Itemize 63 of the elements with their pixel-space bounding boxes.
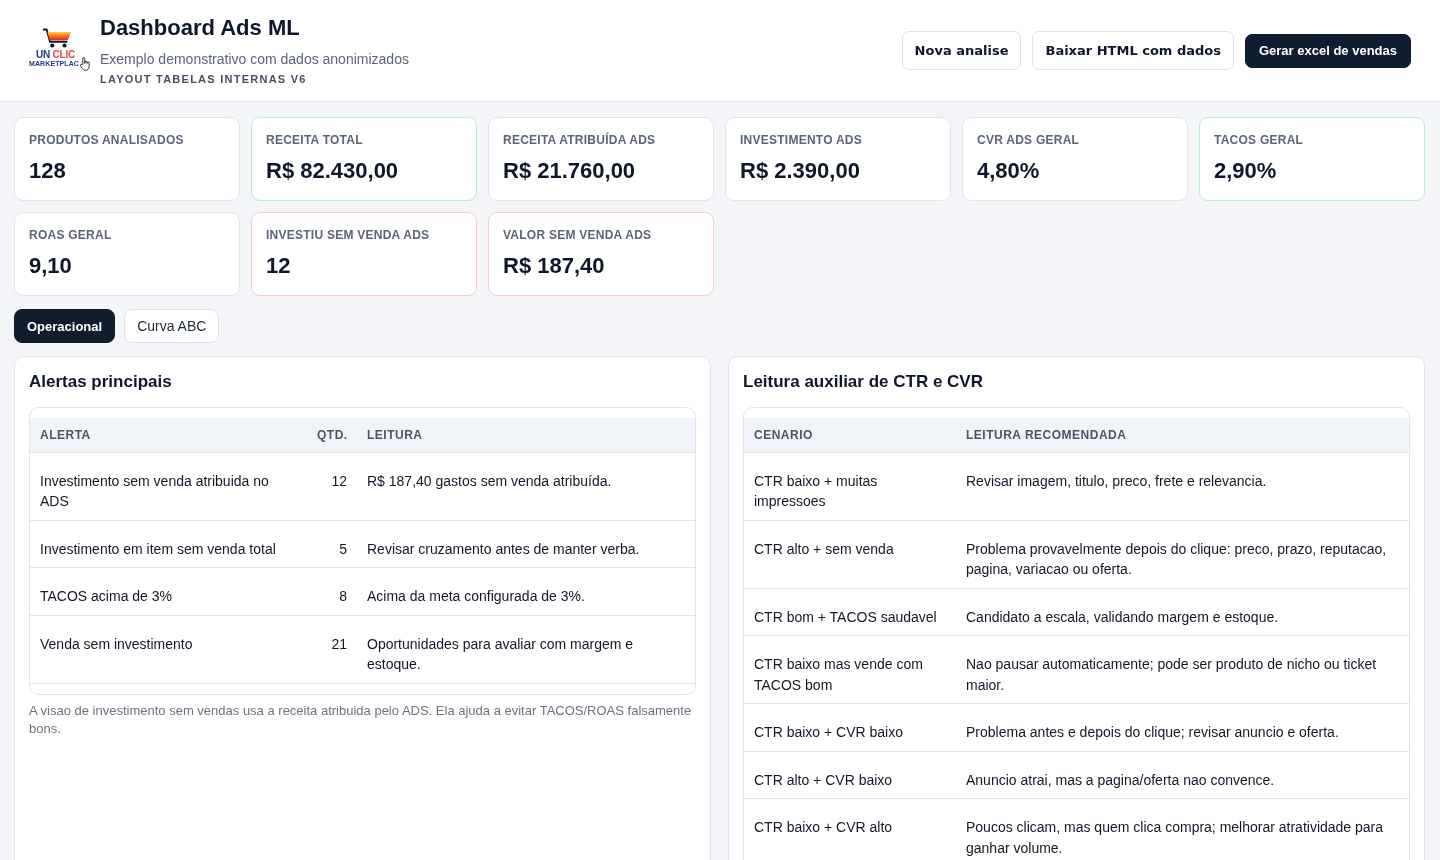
stat-label: CVR ADS GERAL <box>977 133 1081 147</box>
table-cell: CTR baixo + CVR alto <box>744 798 956 860</box>
page-title: Dashboard Ads ML <box>100 15 301 41</box>
tab[interactable]: Curva ABC <box>124 309 220 343</box>
table-cell: 21 <box>307 615 357 683</box>
table-cell: Revisar imagem, titulo, preco, frete e relevancia. <box>956 452 1409 520</box>
stat-value: 2,90% <box>1214 157 1278 185</box>
table-cell: CTR baixo mas vende com TACOS bom <box>744 635 956 704</box>
table-cell: Acima da meta configurada de 3%. <box>357 567 695 615</box>
table-cell: CTR alto + CVR baixo <box>744 751 956 799</box>
stat-label: TACOS GERAL <box>1214 133 1305 147</box>
stat-label: ROAS GERAL <box>29 228 113 242</box>
download-html-button[interactable]: Baixar HTML com dados <box>1032 31 1234 70</box>
table-cell: 8 <box>307 567 357 615</box>
table-cell: Candidato a escala, validando margem e estoque. <box>956 588 1409 636</box>
stat-value: R$ 82.430,00 <box>266 157 400 185</box>
column-header: CENARIO <box>744 418 956 452</box>
column-header: LEITURA <box>357 418 695 452</box>
stat-label: VALOR SEM VENDA ADS <box>503 228 653 242</box>
table-cell: Investimento em item sem venda total <box>30 520 307 568</box>
column-header: ALERTA <box>30 418 307 452</box>
export-excel-button[interactable]: Gerar excel de vendas <box>1244 33 1411 68</box>
table-cell: CTR baixo + muitas impressoes <box>744 452 956 520</box>
stat-value: 128 <box>29 157 67 185</box>
panel-title: Leitura auxiliar de CTR e CVR <box>743 371 984 393</box>
logo-wordmark: UN CLIC <box>35 48 76 60</box>
footnote: A visao de investimento sem vendas usa a receita atribuida pelo ADS. Ela ajuda a evitar TACOS/ROAS falsamente bons. <box>29 701 693 738</box>
panel-title: Alertas principais <box>29 371 173 393</box>
page-subtitle: Exemplo demonstrativo com dados anonimizados <box>100 50 409 68</box>
column-header: QTD. <box>307 418 357 452</box>
table-cell: Anuncio atrai, mas a pagina/oferta nao convence. <box>956 751 1409 799</box>
table-cell: R$ 187,40 gastos sem venda atribuída. <box>357 452 695 520</box>
column-header: LEITURA RECOMENDADA <box>956 418 1409 452</box>
table-cell: CTR baixo + CVR baixo <box>744 703 956 751</box>
stat-label: INVESTIU SEM VENDA ADS <box>266 228 431 242</box>
pointing-hand-icon <box>80 56 90 71</box>
table-cell: TACOS acima de 3% <box>30 567 307 615</box>
stat-label: RECEITA ATRIBUÍDA ADS <box>503 133 657 147</box>
table-cell: Venda sem investimento <box>30 615 307 683</box>
table-cell: Problema provavelmente depois do clique: preco, prazo, reputacao, pagina, variacao ou oferta. <box>956 520 1409 588</box>
stat-value: 9,10 <box>29 252 73 280</box>
stat-label: PRODUTOS ANALISADOS <box>29 133 185 147</box>
stat-value: 4,80% <box>977 157 1041 185</box>
table-cell: CTR alto + sem venda <box>744 520 956 588</box>
stat-label: RECEITA TOTAL <box>266 133 364 147</box>
stat-label: INVESTIMENTO ADS <box>740 133 863 147</box>
version-label: LAYOUT TABELAS INTERNAS V6 <box>100 72 308 86</box>
tab[interactable]: Operacional <box>14 309 116 343</box>
table-cell: Revisar cruzamento antes de manter verba. <box>357 520 695 568</box>
stat-value: R$ 187,40 <box>503 252 606 280</box>
table-cell: CTR bom + TACOS saudavel <box>744 588 956 636</box>
new-analysis-button[interactable]: Nova analise <box>901 31 1022 70</box>
stat-value: R$ 2.390,00 <box>740 157 861 185</box>
table-cell: 5 <box>307 520 357 568</box>
table-cell: Nao pausar automaticamente; pode ser produto de nicho ou ticket maior. <box>956 635 1409 704</box>
stat-value: R$ 21.760,00 <box>503 157 637 185</box>
table-cell: Oportunidades para avaliar com margem e estoque. <box>357 615 695 683</box>
table-cell: Problema antes e depois do clique; revisar anuncio e oferta. <box>956 703 1409 751</box>
table-cell: Poucos clicam, mas quem clica compra; melhorar atratividade para ganhar volume. <box>956 798 1409 860</box>
table-cell: 12 <box>307 452 357 520</box>
shopping-cart-icon <box>41 26 72 48</box>
stat-value: 12 <box>266 252 292 280</box>
table-cell: Investimento sem venda atribuida no ADS <box>30 452 307 520</box>
